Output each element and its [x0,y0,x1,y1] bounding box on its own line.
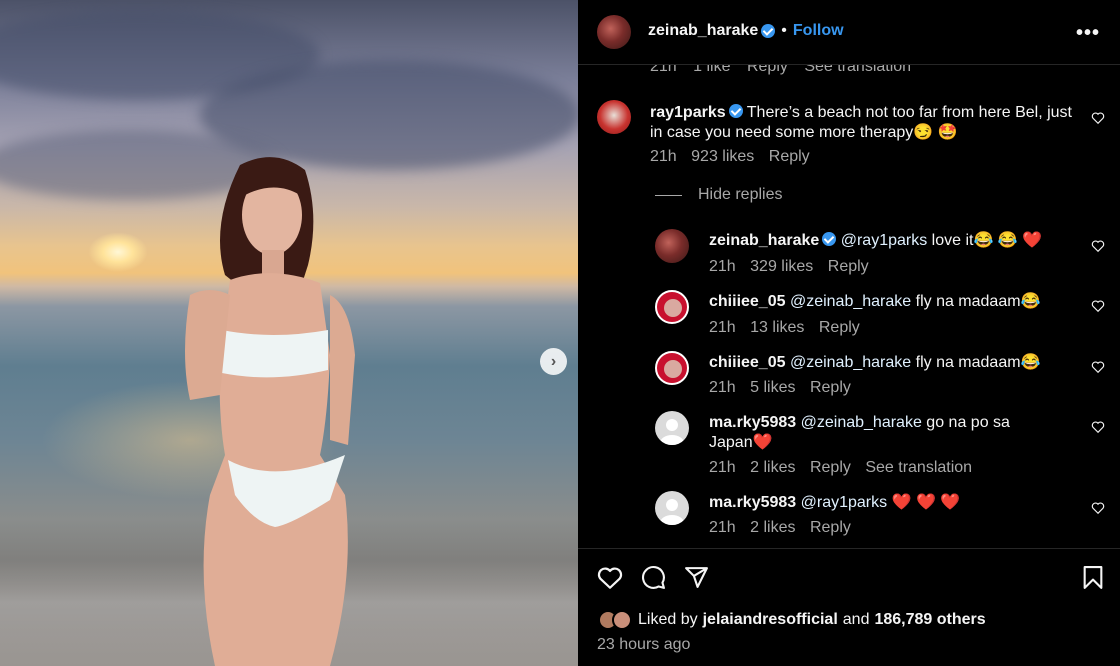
reply-time: 21h [709,459,736,476]
share-icon[interactable] [684,565,709,590]
chevron-right-icon: › [550,352,557,370]
liked-by-prefix: Liked by [638,611,698,628]
reply-meta: 21h 2 likes Reply See translation [709,459,982,477]
reply-button[interactable]: Reply [810,379,851,396]
bookmark-icon[interactable] [1082,565,1104,590]
like-comment-icon[interactable] [1091,501,1105,515]
reply-time: 21h [709,319,736,336]
reply-meta: 21h 329 likes Reply [709,258,879,276]
comment-meta: 21h 923 likes Reply [650,148,820,166]
reply-text: love it😂 😂 ❤️ [927,232,1043,249]
reply-text: fly na madaam😂 [911,293,1041,310]
reply-username[interactable]: zeinab_harake [709,232,819,249]
reply-username[interactable]: chiiiee_05 [709,293,786,310]
reply-meta: 21h 2 likes Reply [709,519,861,537]
post-header: zeinab_harake • Follow ••• [578,0,1120,65]
like-comment-icon[interactable] [1091,299,1105,313]
reply-button[interactable]: Reply [769,148,810,165]
reply-avatar[interactable] [655,491,689,525]
reply-likes[interactable]: 329 likes [750,258,813,275]
reply-mention[interactable]: @zeinab_harake [790,293,911,310]
reply-username[interactable]: ma.rky5983 [709,494,796,511]
author-username[interactable]: zeinab_harake [648,22,758,40]
carousel-next-button[interactable]: › [540,348,567,375]
reply-text: fly na madaam😂 [911,354,1041,371]
reply-button[interactable]: Reply [819,319,860,336]
reply-avatar[interactable] [655,290,689,324]
liked-by-and: and [842,611,870,628]
reply-body: ma.rky5983 @zeinab_harake go na po sa Ja… [709,413,1049,453]
reply-mention[interactable]: @ray1parks [801,494,888,511]
reply-username[interactable]: ma.rky5983 [709,414,796,431]
like-comment-icon[interactable] [1091,360,1105,374]
post-photo[interactable]: › [0,0,578,666]
reply-text: ❤️ ❤️ ❤️ [887,494,961,511]
reply-time: 21h [709,258,736,275]
reply-mention[interactable]: @zeinab_harake [790,354,911,371]
reply-body: ma.rky5983 @ray1parks ❤️ ❤️ ❤️ [709,493,1079,513]
post-actions: Liked by jelaiandresofficial and 186,789… [578,548,1120,666]
liker-avatar [612,610,632,630]
like-comment-icon[interactable] [1091,239,1105,253]
reply-button[interactable]: Reply [828,258,869,275]
reply-time: 21h [709,379,736,396]
photo-sun [88,232,148,272]
reply-mention[interactable]: @zeinab_harake [801,414,922,431]
like-comment-icon[interactable] [1091,111,1105,125]
liked-by-user[interactable]: jelaiandresofficial [703,611,838,629]
reply-likes[interactable]: 13 likes [750,319,804,336]
more-options-icon[interactable]: ••• [1076,22,1100,45]
like-comment-icon[interactable] [1091,420,1105,434]
see-translation-button[interactable]: See translation [865,459,972,476]
divider-line [655,194,682,196]
reply-likes[interactable]: 2 likes [750,459,795,476]
comment-icon[interactable] [641,565,666,590]
separator-dot: • [781,22,787,39]
verified-icon [728,104,743,118]
header-info: zeinab_harake • Follow [648,22,844,40]
reply-mention[interactable]: @ray1parks [841,232,928,249]
reply-likes[interactable]: 2 likes [750,519,795,536]
reply-body: zeinab_harake @ray1parks love it😂 😂 ❤️ [709,231,1079,251]
reply-avatar[interactable] [655,411,689,445]
follow-button[interactable]: Follow [793,22,844,40]
comment-body: ray1parks There’s a beach not too far fr… [650,103,1075,143]
hide-replies-button[interactable]: Hide replies [655,186,782,204]
reply-username[interactable]: chiiiee_05 [709,354,786,371]
liked-by-others[interactable]: 186,789 others [874,611,985,629]
reply-avatar[interactable] [655,229,689,263]
verified-icon [822,232,837,246]
reply-meta: 21h 13 likes Reply [709,319,870,337]
reply-time: 21h [709,519,736,536]
author-avatar[interactable] [597,15,631,49]
hide-replies-label: Hide replies [698,186,783,203]
heart-icon[interactable] [597,566,623,590]
reply-body: chiiiee_05 @zeinab_harake fly na madaam😂 [709,353,1079,373]
likes-summary: Liked by jelaiandresofficial and 186,789… [598,610,986,630]
verified-icon [761,24,776,38]
comment-time: 21h [650,148,677,165]
reply-avatar[interactable] [655,351,689,385]
comment-likes[interactable]: 923 likes [691,148,754,165]
commenter-avatar[interactable] [597,100,631,134]
photo-person [185,157,355,666]
reply-button[interactable]: Reply [810,519,851,536]
post-time-ago[interactable]: 23 hours ago [597,636,690,654]
reply-button[interactable]: Reply [810,459,851,476]
comment-username[interactable]: ray1parks [650,104,726,121]
reply-meta: 21h 5 likes Reply [709,379,861,397]
reply-likes[interactable]: 5 likes [750,379,795,396]
reply-body: chiiiee_05 @zeinab_harake fly na madaam😂 [709,292,1079,312]
comments-panel: zeinab_harake • Follow ••• 21h 1 like Re… [578,0,1120,666]
